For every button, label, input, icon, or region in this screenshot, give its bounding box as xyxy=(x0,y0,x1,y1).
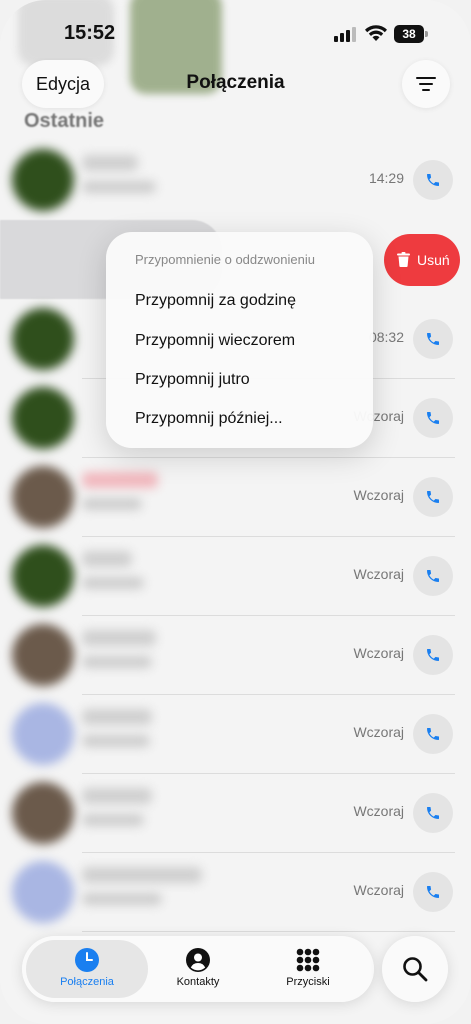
avatar xyxy=(12,703,74,765)
call-back-button[interactable] xyxy=(413,160,453,200)
phone-icon xyxy=(427,728,439,740)
call-row[interactable]: Wczoraj xyxy=(0,853,471,932)
phone-icon xyxy=(427,570,439,582)
person-circle-icon xyxy=(186,948,210,972)
battery-icon: 38 xyxy=(394,25,428,43)
call-time: Wczoraj xyxy=(353,724,404,740)
call-back-button[interactable] xyxy=(413,477,453,517)
menu-item-tomorrow[interactable]: Przypomnij jutro xyxy=(135,371,250,389)
contact-name-redacted xyxy=(82,630,156,646)
avatar xyxy=(12,387,74,449)
call-back-button[interactable] xyxy=(413,635,453,675)
phone-icon xyxy=(427,333,439,345)
tab-label: Kontakty xyxy=(176,976,220,988)
phone-icon xyxy=(427,886,439,898)
phone-screen: 15:52 38 Edycja Połączenia Ostatnie 14:2… xyxy=(0,0,471,1024)
filter-button[interactable] xyxy=(402,60,450,108)
callback-reminder-menu: Przypomnienie o oddzwonieniu Przypomnij … xyxy=(106,232,373,448)
call-time: Wczoraj xyxy=(353,566,404,582)
tab-bar: Połączenia Kontakty Przyciski xyxy=(22,936,374,1002)
call-time: 08:32 xyxy=(368,329,404,345)
call-row[interactable]: Wczoraj xyxy=(0,616,471,695)
tab-contacts[interactable]: Kontakty xyxy=(143,944,253,996)
call-back-button[interactable] xyxy=(413,872,453,912)
search-icon xyxy=(403,957,428,982)
contact-name-redacted xyxy=(82,709,152,725)
call-row[interactable]: 14:29 xyxy=(0,141,471,220)
phone-icon xyxy=(427,649,439,661)
call-detail-redacted xyxy=(82,814,144,826)
search-button[interactable] xyxy=(382,936,448,1002)
call-back-button[interactable] xyxy=(413,319,453,359)
page-title: Połączenia xyxy=(186,72,285,93)
status-bar: 15:52 38 xyxy=(0,0,471,58)
tab-label: Przyciski xyxy=(286,976,330,988)
menu-header: Przypomnienie o oddzwonieniu xyxy=(135,252,315,267)
delete-label: Usuń xyxy=(417,252,450,268)
call-row[interactable]: Wczoraj xyxy=(0,458,471,537)
avatar xyxy=(12,308,74,370)
call-detail-redacted xyxy=(82,181,156,193)
section-title: Ostatnie xyxy=(24,110,105,132)
avatar xyxy=(12,861,74,923)
avatar xyxy=(12,624,74,686)
call-row[interactable]: Wczoraj xyxy=(0,695,471,774)
clock-icon xyxy=(75,948,99,972)
contact-name-redacted xyxy=(82,472,158,488)
call-back-button[interactable] xyxy=(413,793,453,833)
cellular-signal-icon xyxy=(334,26,360,42)
call-detail-redacted xyxy=(82,735,150,747)
call-time: Wczoraj xyxy=(353,487,404,503)
call-detail-redacted xyxy=(82,656,152,668)
contact-name-redacted xyxy=(82,551,132,567)
phone-icon xyxy=(427,807,439,819)
call-time: 14:29 xyxy=(368,170,404,186)
call-row[interactable]: Wczoraj xyxy=(0,774,471,853)
call-back-button[interactable] xyxy=(413,556,453,596)
contact-name-redacted xyxy=(82,867,202,883)
call-time: Wczoraj xyxy=(353,882,404,898)
status-time: 15:52 xyxy=(64,22,116,44)
tab-label: Połączenia xyxy=(60,976,114,988)
tab-calls[interactable]: Połączenia xyxy=(32,944,142,996)
contact-name-redacted xyxy=(82,155,138,171)
keypad-icon xyxy=(296,948,320,972)
filter-lines-icon xyxy=(416,77,436,91)
tab-keypad[interactable]: Przyciski xyxy=(253,944,363,996)
battery-level: 38 xyxy=(394,25,424,43)
call-back-button[interactable] xyxy=(413,398,453,438)
call-row[interactable]: Wczoraj xyxy=(0,537,471,616)
delete-button[interactable]: Usuń xyxy=(384,234,460,286)
avatar xyxy=(12,149,74,211)
call-time: Wczoraj xyxy=(353,803,404,819)
avatar xyxy=(12,466,74,528)
wifi-icon xyxy=(364,24,388,42)
call-time: Wczoraj xyxy=(353,645,404,661)
call-back-button[interactable] xyxy=(413,714,453,754)
menu-item-later[interactable]: Przypomnij później... xyxy=(135,410,283,428)
call-detail-redacted xyxy=(82,498,142,510)
avatar xyxy=(12,782,74,844)
menu-item-in-hour[interactable]: Przypomnij za godzinę xyxy=(135,292,296,310)
call-detail-redacted xyxy=(82,577,144,589)
phone-icon xyxy=(427,174,439,186)
trash-icon xyxy=(397,252,410,267)
phone-icon xyxy=(427,412,439,424)
contact-name-redacted xyxy=(82,788,152,804)
avatar xyxy=(12,545,74,607)
row-divider xyxy=(82,931,455,932)
call-detail-redacted xyxy=(82,893,162,905)
phone-icon xyxy=(427,491,439,503)
menu-item-evening[interactable]: Przypomnij wieczorem xyxy=(135,332,295,350)
